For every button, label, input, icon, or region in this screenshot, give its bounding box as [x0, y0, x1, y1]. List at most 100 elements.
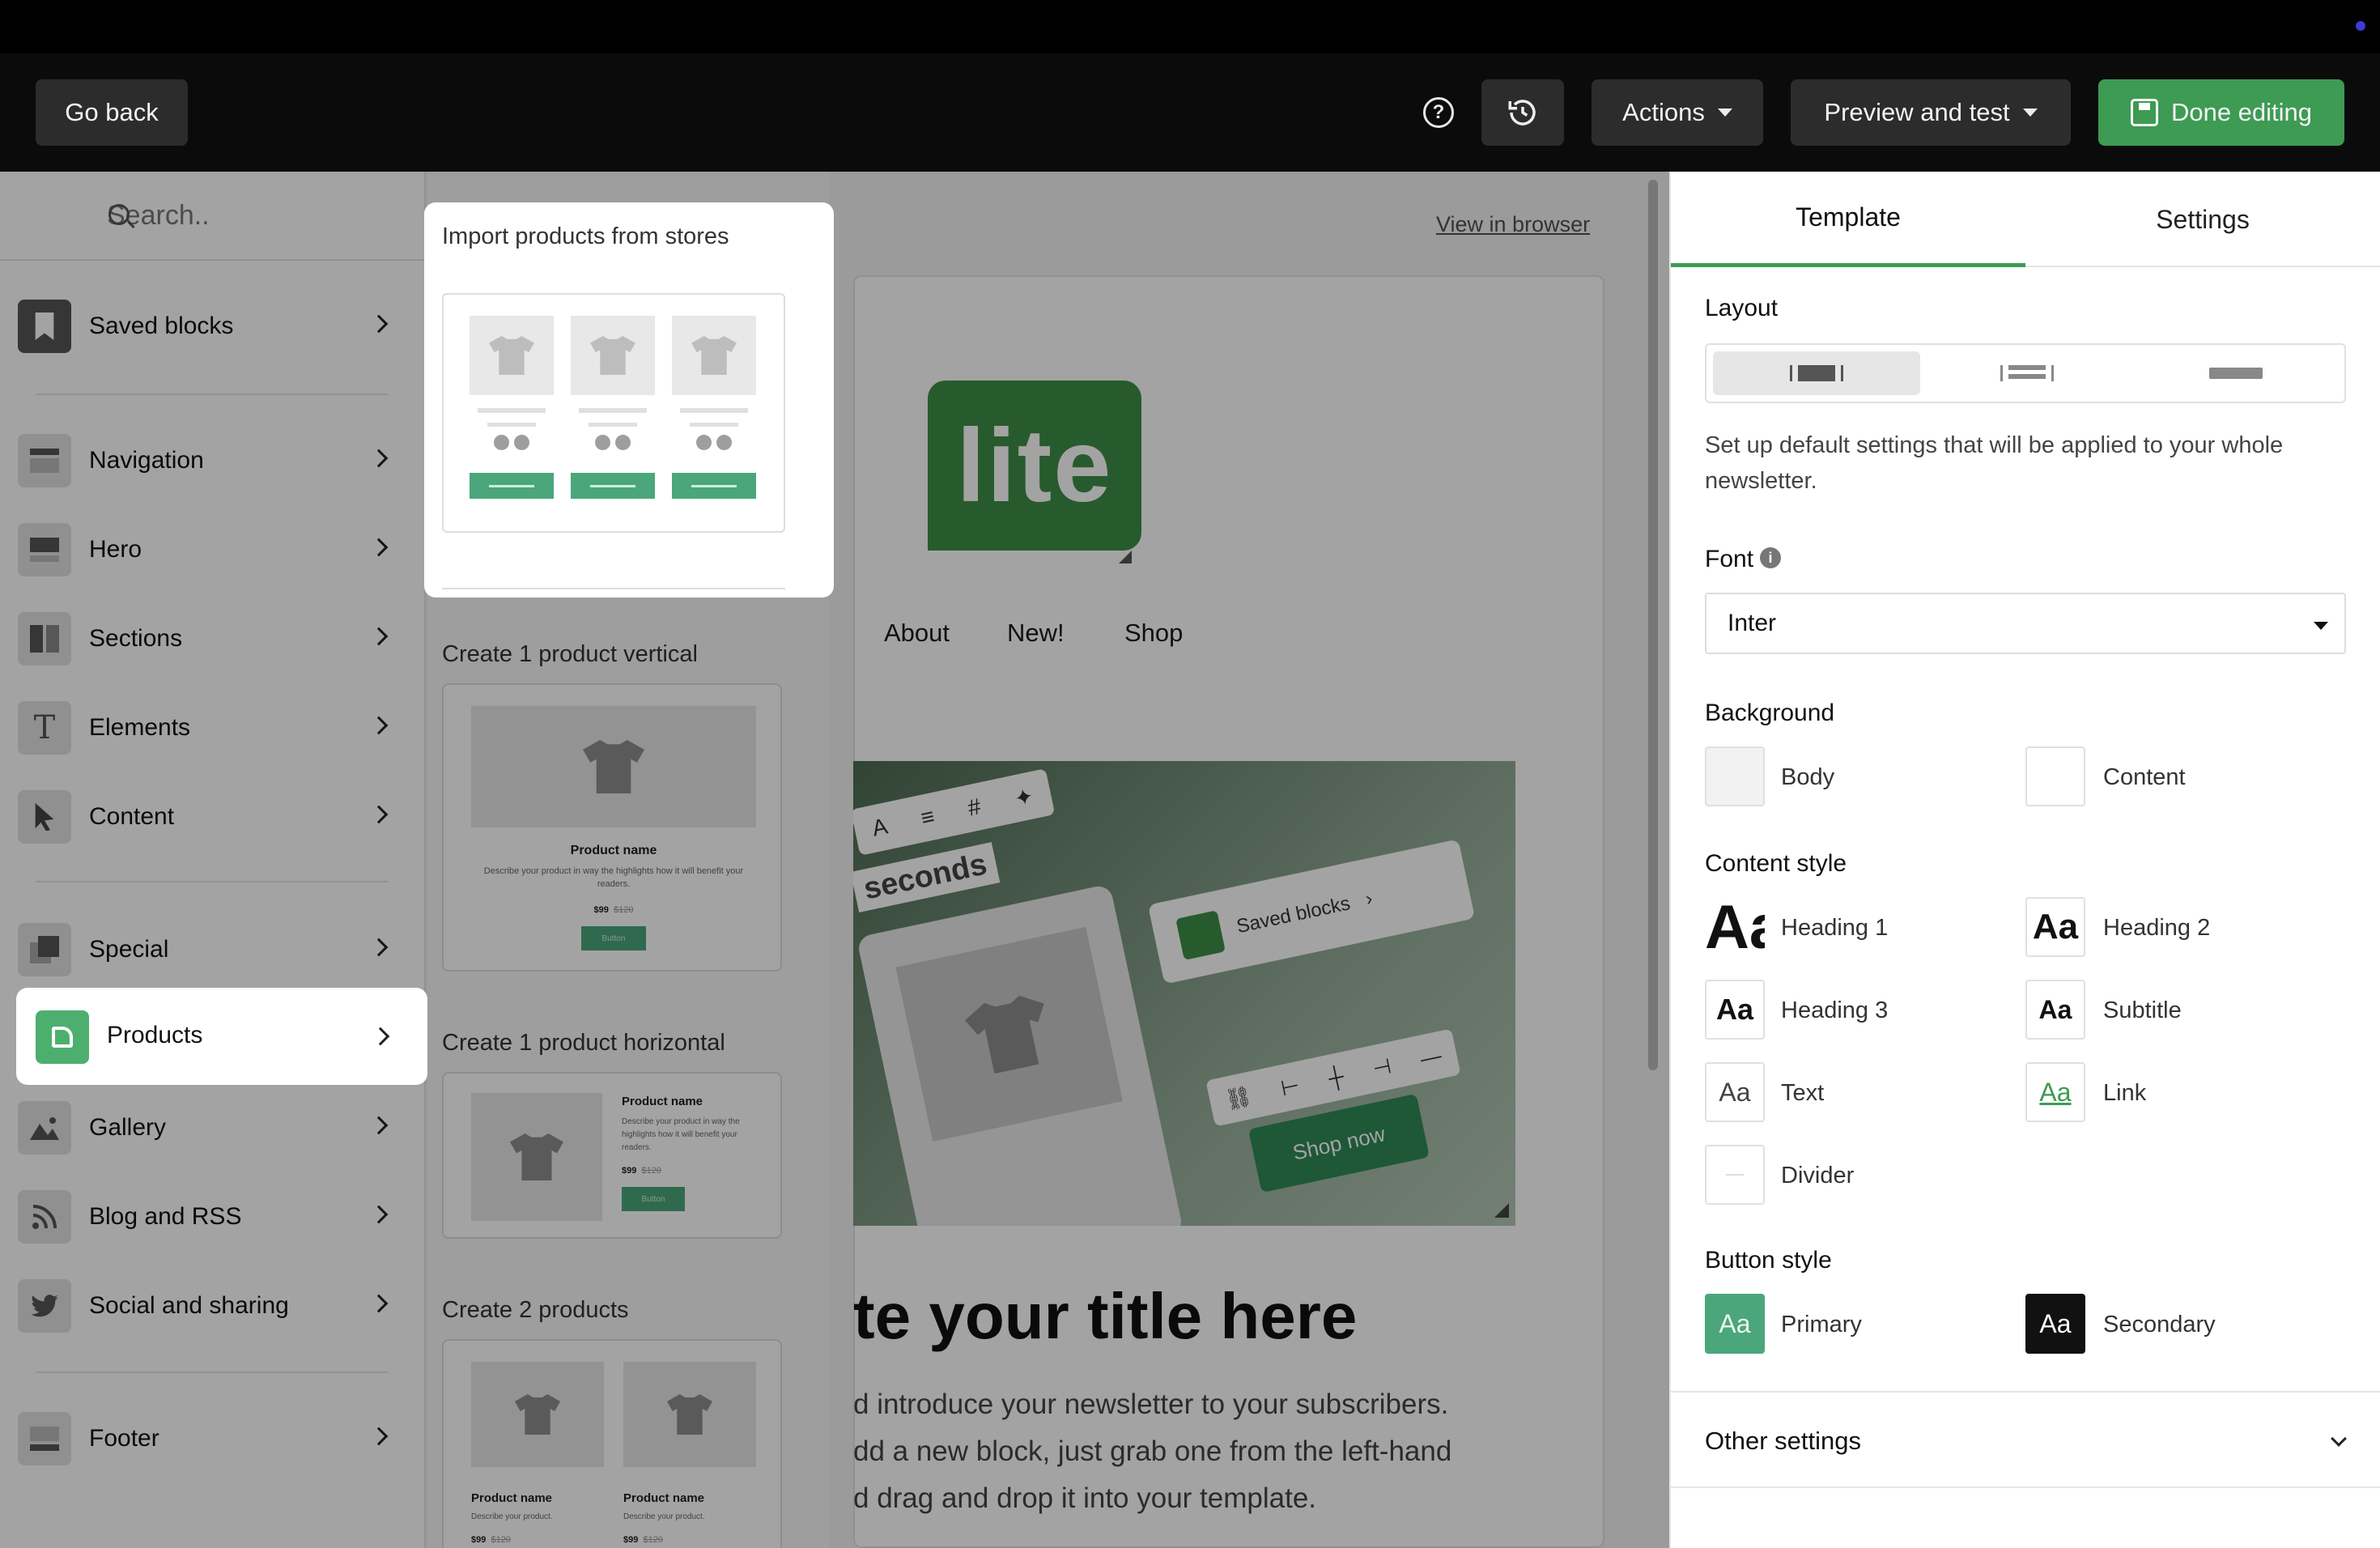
sidebar-item-special[interactable]: Special — [18, 905, 426, 994]
search-bar[interactable]: Search.. — [0, 172, 426, 261]
history-button[interactable] — [1481, 79, 1564, 146]
divider-swatch[interactable] — [1705, 1145, 1765, 1205]
sidebar-item-blog-rss[interactable]: Blog and RSS — [18, 1172, 426, 1261]
layout-option-medium[interactable] — [1923, 351, 2131, 395]
block-label: Create 2 products — [442, 1297, 629, 1323]
heading-1-swatch[interactable]: Aa — [1705, 897, 1765, 957]
chevron-right-icon — [369, 716, 389, 735]
nav-link-about[interactable]: About — [884, 619, 950, 648]
sidebar-item-saved-blocks[interactable]: Saved blocks — [18, 282, 426, 371]
newsletter-title[interactable]: te your title here — [853, 1279, 1357, 1354]
import-products-card[interactable]: Import products from stores — [424, 202, 834, 598]
other-settings-accordion[interactable]: Other settings — [1671, 1391, 2380, 1488]
resize-handle-icon[interactable] — [1119, 551, 1132, 563]
history-icon — [1508, 100, 1536, 125]
done-editing-button[interactable]: Done editing — [2098, 79, 2344, 146]
body-color-swatch[interactable] — [1705, 746, 1765, 806]
cursor-icon — [18, 790, 71, 844]
sidebar-item-navigation[interactable]: Navigation — [18, 416, 426, 505]
subtitle-swatch[interactable]: Aa — [2025, 980, 2085, 1040]
swatch-text: Aa — [1705, 897, 1765, 957]
layout-option-narrow[interactable] — [1713, 351, 1920, 395]
help-icon[interactable]: ? — [1423, 97, 1454, 128]
swatch-text: Aa — [2039, 1308, 2072, 1338]
logo-text: lite — [956, 407, 1113, 524]
text-swatch[interactable]: Aa — [1705, 1062, 1765, 1122]
tab-settings[interactable]: Settings — [2025, 172, 2380, 267]
secondary-button-swatch[interactable]: Aa — [2025, 1294, 2085, 1354]
chevron-right-icon: › — [1363, 887, 1375, 911]
heading-2-swatch[interactable]: Aa — [2025, 897, 2085, 957]
price-dots — [696, 435, 732, 450]
view-in-browser-link[interactable]: View in browser — [1436, 212, 1590, 237]
info-icon[interactable]: i — [1760, 547, 1781, 568]
product-button — [672, 473, 756, 499]
swatch-text: Aa — [2032, 907, 2079, 946]
sidebar-item-sections[interactable]: Sections — [18, 594, 426, 683]
three-products-preview[interactable] — [442, 293, 785, 533]
sidebar-item-footer[interactable]: Footer — [18, 1394, 426, 1483]
go-back-button[interactable]: Go back — [36, 79, 188, 146]
secondary-label: Secondary — [2103, 1312, 2216, 1337]
product-name: Product name — [623, 1491, 705, 1505]
font-label: Font — [1705, 546, 1754, 572]
sidebar-item-products[interactable]: Products — [16, 988, 427, 1085]
primary-button-swatch[interactable]: Aa — [1705, 1294, 1765, 1354]
product-name: Product name — [471, 1491, 553, 1505]
font-select[interactable]: Inter — [1705, 593, 2346, 654]
preview-and-test-dropdown[interactable]: Preview and test — [1791, 79, 2071, 146]
caret-down-icon — [2022, 108, 2038, 117]
canvas-scrollbar[interactable] — [1648, 180, 1658, 1070]
product-description: Describe your product in way the highlig… — [622, 1117, 740, 1152]
sidebar-item-label: Sections — [89, 625, 183, 652]
sidebar-item-label: Navigation — [89, 447, 204, 474]
primary-label: Primary — [1781, 1312, 1862, 1337]
nav-link-new[interactable]: New! — [1007, 619, 1065, 648]
tshirt-icon — [515, 1394, 560, 1435]
product-horizontal-block[interactable]: Product name Describe your product in wa… — [442, 1072, 782, 1239]
two-products-block[interactable]: Product name Product name Describe your … — [442, 1339, 782, 1548]
product-description: Describe your product in way the highlig… — [483, 866, 744, 889]
sidebar-item-label: Blog and RSS — [89, 1203, 242, 1230]
swatch-text: Aa — [1719, 1308, 1751, 1338]
newsletter-body[interactable]: d introduce your newsletter to your subs… — [853, 1381, 1451, 1522]
product-vertical-block[interactable]: Product name Describe your product in wa… — [442, 683, 782, 972]
tab-template[interactable]: Template — [1671, 172, 2025, 267]
content-color-swatch[interactable] — [2025, 746, 2085, 806]
editor-header: Go back ? Actions Preview and test Done … — [0, 53, 2380, 172]
tshirt-icon — [667, 1394, 712, 1435]
heading-3-swatch[interactable]: Aa — [1705, 980, 1765, 1040]
rss-icon — [18, 1190, 71, 1244]
saved-blocks-card: Saved blocks › — [1147, 839, 1476, 985]
sparkle-icon: ✦ — [1012, 782, 1036, 811]
product-image — [471, 1093, 602, 1221]
sidebar-item-hero[interactable]: Hero — [18, 505, 426, 594]
caret-down-icon — [1717, 108, 1732, 117]
sidebar-item-elements[interactable]: T Elements — [18, 683, 426, 772]
heading-2-label: Heading 2 — [2103, 915, 2211, 941]
align-right-icon: ⊣ — [1370, 1053, 1394, 1081]
tshirt-icon — [590, 336, 635, 375]
sidebar-item-content[interactable]: Content — [18, 772, 426, 861]
special-icon — [18, 923, 71, 976]
sidebar-item-gallery[interactable]: Gallery — [18, 1083, 426, 1172]
sidebar-item-social[interactable]: Social and sharing — [18, 1261, 426, 1350]
chevron-right-icon — [369, 1116, 389, 1135]
chevron-right-icon — [369, 938, 389, 957]
heading-1-label: Heading 1 — [1781, 915, 1889, 941]
caret-down-icon — [2314, 622, 2328, 630]
body-color-label: Body — [1781, 764, 1835, 790]
hero-image[interactable]: A ≡ # ✦ seconds Saved blocks › ⛓ ⊢ ┼ ⊣ — Shop no… — [853, 761, 1515, 1226]
layout-option-full[interactable] — [2132, 351, 2340, 395]
nav-link-shop[interactable]: Shop — [1124, 619, 1183, 648]
price-row: $99 $120 — [622, 1166, 661, 1176]
swatch-text: Aa — [1719, 1077, 1751, 1107]
content-style-label: Content style — [1705, 850, 1847, 877]
price-row: $99 $120 — [471, 1535, 511, 1545]
bookmark-icon — [18, 300, 71, 353]
divider-line-icon — [1726, 1174, 1744, 1176]
resize-handle-icon[interactable] — [1494, 1203, 1509, 1218]
link-swatch[interactable]: Aa — [2025, 1062, 2085, 1122]
actions-dropdown[interactable]: Actions — [1592, 79, 1763, 146]
divider — [36, 393, 389, 395]
